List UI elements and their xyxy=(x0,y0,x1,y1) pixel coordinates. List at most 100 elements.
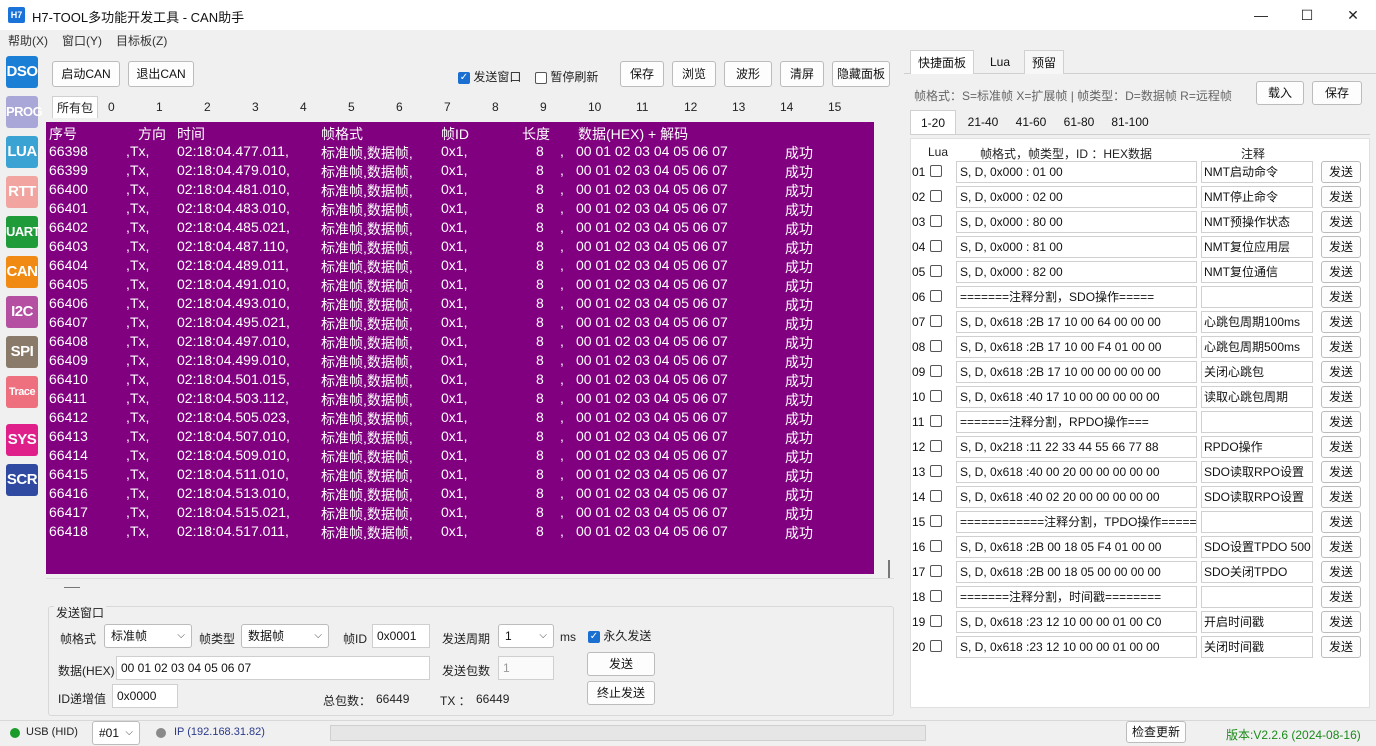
frame-format-select[interactable]: 标准帧 ⌵ xyxy=(104,624,192,648)
quick-row-frame-input[interactable]: S, D, 0x618 :40 00 20 00 00 00 00 00 xyxy=(956,461,1197,483)
quick-row-frame-input[interactable]: S, D, 0x618 :23 12 10 00 00 01 00 C0 xyxy=(956,611,1197,633)
send-button[interactable]: 发送 xyxy=(587,652,655,676)
load-button[interactable]: 载入 xyxy=(1256,81,1304,105)
frame-type-select[interactable]: 数据帧 ⌵ xyxy=(241,624,329,648)
quick-row-note-input[interactable]: 读取心跳包周期 xyxy=(1201,386,1313,408)
quick-row-note-input[interactable]: NMT启动命令 xyxy=(1201,161,1313,183)
page-tab-21-40[interactable]: 21-40 xyxy=(960,110,1006,134)
quick-row-note-input[interactable]: NMT停止命令 xyxy=(1201,186,1313,208)
tab-all-packets[interactable]: 所有包 xyxy=(52,96,98,118)
tab-lua[interactable]: Lua xyxy=(976,50,1024,74)
quick-row-send-button[interactable]: 发送 xyxy=(1321,261,1361,283)
menu-help[interactable]: 帮助(X) xyxy=(8,32,48,49)
hide-panel-button[interactable]: 隐藏面板 xyxy=(832,61,890,87)
quick-row-send-button[interactable]: 发送 xyxy=(1321,461,1361,483)
tab-quick-panel[interactable]: 快捷面板 xyxy=(910,50,974,74)
quick-row-lua-checkbox[interactable] xyxy=(930,465,942,477)
check-update-button[interactable]: 检查更新 xyxy=(1126,721,1186,743)
id-increment-input[interactable]: 0x0000 xyxy=(112,684,178,708)
tab-channel-15[interactable]: 15 xyxy=(824,96,868,118)
quick-row-lua-checkbox[interactable] xyxy=(930,565,942,577)
tab-channel-14[interactable]: 14 xyxy=(776,96,820,118)
quick-row-frame-input[interactable]: S, D, 0x218 :11 22 33 44 55 66 77 88 xyxy=(956,436,1197,458)
quick-row-lua-checkbox[interactable] xyxy=(930,490,942,502)
quick-row-lua-checkbox[interactable] xyxy=(930,640,942,652)
quick-row-send-button[interactable]: 发送 xyxy=(1321,161,1361,183)
quick-row-lua-checkbox[interactable] xyxy=(930,165,942,177)
quick-row-note-input[interactable]: NMT预操作状态 xyxy=(1201,211,1313,233)
tab-channel-0[interactable]: 0 xyxy=(104,96,148,118)
module-can-button[interactable]: CAN xyxy=(6,256,38,288)
quick-row-frame-input[interactable]: S, D, 0x618 :40 02 20 00 00 00 00 00 xyxy=(956,486,1197,508)
quick-row-note-input[interactable]: SDO读取RPO设置 xyxy=(1201,461,1313,483)
log-vertical-scrollbar[interactable] xyxy=(876,122,894,578)
tab-channel-6[interactable]: 6 xyxy=(392,96,436,118)
module-spi-button[interactable]: SPI xyxy=(6,336,38,368)
log-horizontal-scrollbar[interactable] xyxy=(46,578,894,596)
quick-row-send-button[interactable]: 发送 xyxy=(1321,186,1361,208)
quick-row-note-input[interactable] xyxy=(1201,411,1313,433)
quick-row-send-button[interactable]: 发送 xyxy=(1321,486,1361,508)
quick-row-frame-input[interactable]: S, D, 0x618 :40 17 10 00 00 00 00 00 xyxy=(956,386,1197,408)
tab-channel-1[interactable]: 1 xyxy=(152,96,196,118)
tab-channel-9[interactable]: 9 xyxy=(536,96,580,118)
quick-row-frame-input[interactable]: ============注释分割，TPDO操作===== xyxy=(956,511,1197,533)
quick-row-send-button[interactable]: 发送 xyxy=(1321,311,1361,333)
module-lua-button[interactable]: LUA xyxy=(6,136,38,168)
menu-window[interactable]: 窗口(Y) xyxy=(62,32,102,49)
maximize-button[interactable]: ☐ xyxy=(1284,0,1330,30)
quick-row-lua-checkbox[interactable] xyxy=(930,290,942,302)
save-log-button[interactable]: 保存 xyxy=(620,61,664,87)
quick-save-button[interactable]: 保存 xyxy=(1312,81,1362,105)
pause-refresh-toggle[interactable]: 暂停刷新 xyxy=(535,68,598,85)
quick-row-send-button[interactable]: 发送 xyxy=(1321,236,1361,258)
scroll-thumb[interactable] xyxy=(888,560,890,578)
send-window-checkbox[interactable]: ✓ xyxy=(458,71,470,84)
quick-row-frame-input[interactable]: S, D, 0x618 :2B 17 10 00 64 00 00 00 xyxy=(956,311,1197,333)
quick-row-send-button[interactable]: 发送 xyxy=(1321,636,1361,658)
module-prog-button[interactable]: PROG xyxy=(6,96,43,128)
start-can-button[interactable]: 启动CAN xyxy=(52,61,120,87)
quick-row-frame-input[interactable]: S, D, 0x618 :23 12 10 00 00 01 00 00 xyxy=(956,636,1197,658)
quick-row-lua-checkbox[interactable] xyxy=(930,190,942,202)
quick-row-send-button[interactable]: 发送 xyxy=(1321,511,1361,533)
tab-channel-10[interactable]: 10 xyxy=(584,96,628,118)
quick-row-note-input[interactable]: NMT复位应用层 xyxy=(1201,236,1313,258)
quick-row-send-button[interactable]: 发送 xyxy=(1321,411,1361,433)
quick-row-note-input[interactable]: SDO设置TPDO 500 xyxy=(1201,536,1313,558)
menu-target-board[interactable]: 目标板(Z) xyxy=(116,32,167,49)
quick-row-note-input[interactable]: RPDO操作 xyxy=(1201,436,1313,458)
hscroll-thumb[interactable] xyxy=(64,587,80,588)
quick-row-frame-input[interactable]: S, D, 0x000 : 81 00 xyxy=(956,236,1197,258)
tab-channel-5[interactable]: 5 xyxy=(344,96,388,118)
tab-channel-4[interactable]: 4 xyxy=(296,96,340,118)
quick-row-note-input[interactable]: NMT复位通信 xyxy=(1201,261,1313,283)
quick-row-frame-input[interactable]: S, D, 0x000 : 01 00 xyxy=(956,161,1197,183)
send-count-input[interactable]: 1 xyxy=(498,656,554,680)
frame-id-input[interactable]: 0x0001 xyxy=(372,624,430,648)
quick-row-send-button[interactable]: 发送 xyxy=(1321,611,1361,633)
tab-channel-3[interactable]: 3 xyxy=(248,96,292,118)
module-uart-button[interactable]: UART xyxy=(6,216,41,248)
quick-row-note-input[interactable]: 开启时间戳 xyxy=(1201,611,1313,633)
quick-row-lua-checkbox[interactable] xyxy=(930,215,942,227)
quick-row-note-input[interactable]: 心跳包周期500ms xyxy=(1201,336,1313,358)
page-tab-81-100[interactable]: 81-100 xyxy=(1104,110,1156,134)
quick-row-frame-input[interactable]: =======注释分割，SDO操作===== xyxy=(956,286,1197,308)
quick-row-frame-input[interactable]: =======注释分割，RPDO操作=== xyxy=(956,411,1197,433)
quick-row-note-input[interactable] xyxy=(1201,511,1313,533)
quick-row-lua-checkbox[interactable] xyxy=(930,365,942,377)
quick-row-send-button[interactable]: 发送 xyxy=(1321,336,1361,358)
tab-channel-8[interactable]: 8 xyxy=(488,96,532,118)
can-log-view[interactable]: 序号 方向 时间 帧格式 帧ID 长度 数据(HEX) + 解码 66398 Tx… xyxy=(46,122,874,574)
exit-can-button[interactable]: 退出CAN xyxy=(128,61,194,87)
forever-send-toggle[interactable]: ✓ 永久发送 xyxy=(588,627,651,644)
quick-row-note-input[interactable] xyxy=(1201,586,1313,608)
quick-row-lua-checkbox[interactable] xyxy=(930,240,942,252)
browse-button[interactable]: 浏览 xyxy=(672,61,716,87)
device-select[interactable]: #01 ⌵ xyxy=(92,721,140,745)
close-button[interactable]: ✕ xyxy=(1330,0,1376,30)
quick-row-send-button[interactable]: 发送 xyxy=(1321,361,1361,383)
quick-row-frame-input[interactable]: S, D, 0x618 :2B 00 18 05 00 00 00 00 xyxy=(956,561,1197,583)
quick-row-lua-checkbox[interactable] xyxy=(930,615,942,627)
